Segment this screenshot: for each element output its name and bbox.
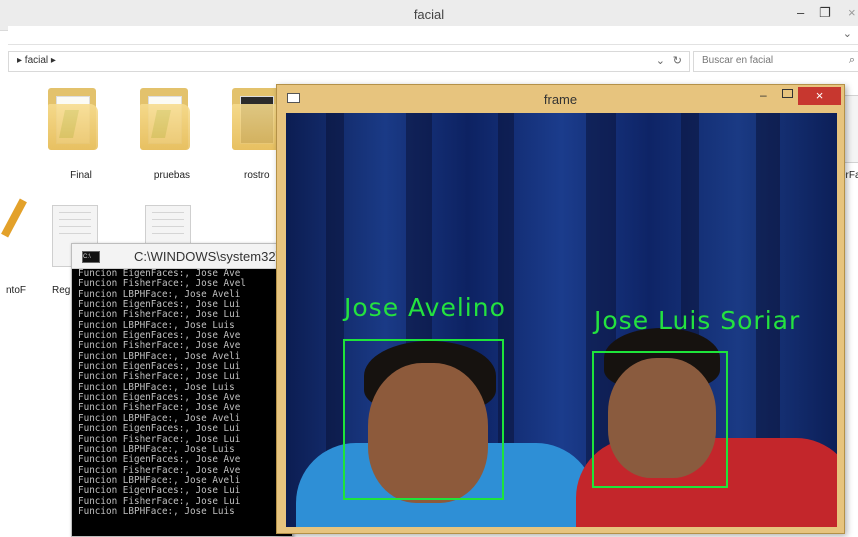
folder-icon[interactable] [46, 84, 102, 152]
search-input[interactable]: Buscar en facial ⌕ [693, 51, 858, 72]
search-icon[interactable]: ⌕ [849, 54, 855, 67]
minimize-icon[interactable]: – [760, 88, 767, 102]
console-line: Funcion EigenFaces:, Jose Ave [78, 454, 241, 466]
ribbon: ⌄ [8, 26, 858, 45]
folder-label-rostro[interactable]: rostro [244, 170, 274, 181]
video-frame: Jose Avelino Jose Luis Soriar [286, 113, 837, 527]
face-label: Jose Luis Soriar [594, 306, 801, 335]
close-button[interactable]: × [798, 87, 841, 105]
console-window[interactable]: C:\ C:\WINDOWS\system32\ Funcion EigenFa… [71, 243, 293, 537]
frame-title: frame [543, 92, 578, 107]
minimize-icon[interactable]: – [797, 5, 804, 20]
face-detection-box [592, 351, 728, 488]
console-output: Funcion EigenFaces:, Jose Ave Funcion Fis… [78, 268, 246, 517]
folder-label-final[interactable]: Final [56, 170, 106, 181]
console-line: Funcion EigenFaces:, Jose Lui [78, 485, 241, 497]
dropdown-icon[interactable]: ⌄ [656, 54, 665, 67]
console-title: C:\WINDOWS\system32\ [134, 249, 280, 264]
frame-titlebar[interactable]: frame – × [277, 85, 844, 109]
frame-window[interactable]: frame – × Jose Avelino Jose Luis Soriar [276, 84, 845, 534]
restore-icon[interactable]: ❐ [819, 5, 831, 21]
console-titlebar[interactable]: C:\ C:\WINDOWS\system32\ [72, 244, 292, 269]
maximize-icon[interactable] [782, 89, 793, 98]
refresh-icon[interactable]: ↻ [673, 54, 682, 67]
pencil-icon [1, 198, 27, 238]
explorer-title: facial [413, 7, 445, 22]
breadcrumb[interactable]: ▸ facial ▸ [17, 55, 56, 66]
file-label-partial[interactable]: ntoF [6, 285, 26, 296]
console-line: Funcion EigenFaces:, Jose Lui [78, 423, 241, 435]
folder-label-pruebas[interactable]: pruebas [142, 170, 202, 181]
folder-icon[interactable] [138, 84, 194, 152]
file-label-partial[interactable]: Reg [52, 285, 70, 296]
chevron-down-icon[interactable]: ⌄ [843, 27, 852, 40]
console-line: Funcion LBPHFace:, Jose Luis [78, 505, 235, 517]
console-icon: C:\ [82, 251, 100, 263]
close-icon[interactable]: × [848, 5, 856, 20]
search-placeholder: Buscar en facial [702, 55, 774, 66]
address-bar[interactable]: ▸ facial ▸ ⌄ ↻ [8, 51, 690, 72]
face-detection-box [343, 339, 504, 500]
face-label: Jose Avelino [344, 293, 506, 322]
